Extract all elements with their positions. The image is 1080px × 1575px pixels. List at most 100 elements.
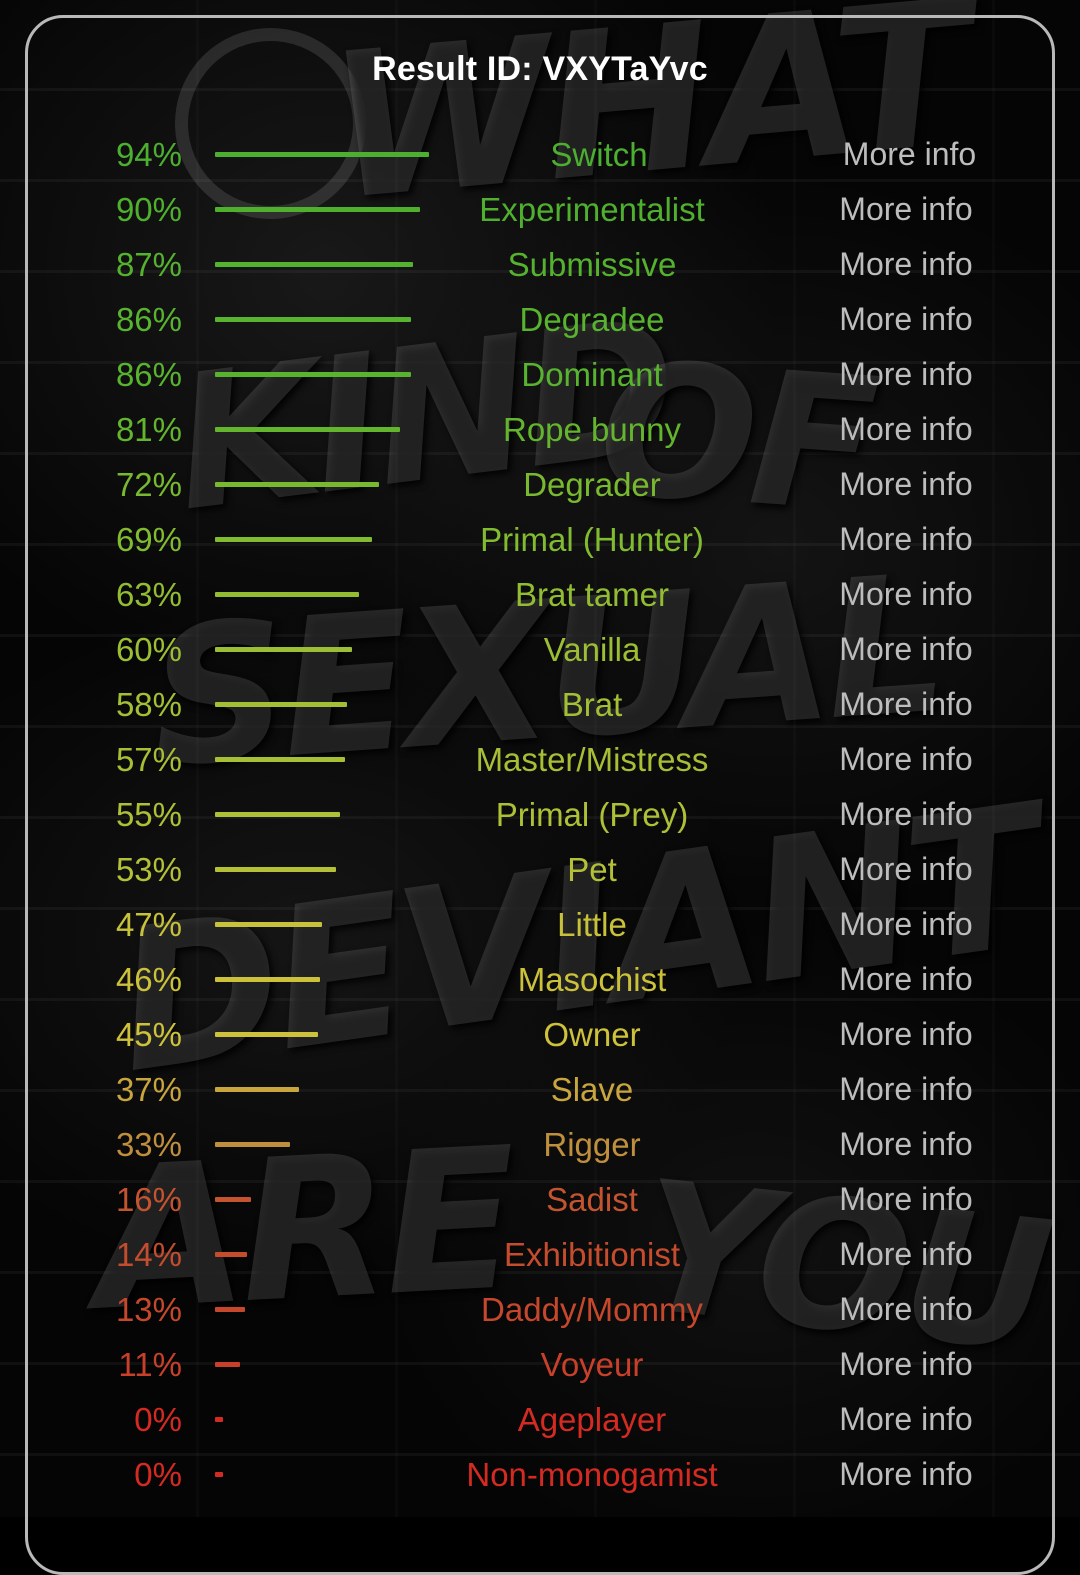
result-label: Sadist (546, 1180, 638, 1218)
result-percent: 86% (115, 300, 182, 338)
result-row: 86% Degradee More info (0, 292, 1080, 347)
result-percent: 94% (115, 135, 182, 173)
result-label: Owner (543, 1015, 641, 1053)
result-row: 13% Daddy/Mommy More info (0, 1282, 1080, 1337)
result-bar-fill (215, 702, 347, 707)
result-bar-fill (215, 1032, 318, 1037)
result-bar-track (182, 1307, 422, 1312)
result-bar-track (182, 647, 422, 652)
result-bar-fill (215, 1087, 299, 1092)
result-bar-fill (215, 812, 340, 817)
result-label: Pet (567, 850, 617, 888)
result-bar-track (182, 1472, 422, 1477)
more-info-link[interactable]: More info (762, 851, 1080, 888)
result-label: Degradee (519, 300, 665, 338)
result-bar-track (182, 1362, 422, 1367)
result-label: Little (557, 905, 627, 943)
result-bar-track (182, 757, 422, 762)
result-percent: 55% (115, 795, 182, 833)
result-bar-fill (215, 867, 336, 872)
result-row: 47% Little More info (0, 897, 1080, 952)
result-bar-track (182, 1252, 422, 1257)
result-bar-track (182, 262, 422, 267)
result-percent: 90% (115, 190, 182, 228)
result-bar-fill (215, 977, 320, 982)
more-info-link[interactable]: More info (762, 631, 1080, 668)
result-bar-fill (215, 427, 400, 432)
result-bar-fill (215, 1307, 245, 1312)
result-bar-track (182, 812, 422, 817)
more-info-link[interactable]: More info (762, 1071, 1080, 1108)
result-row: 58% Brat More info (0, 677, 1080, 732)
result-bar-track (182, 1032, 422, 1037)
result-bar-track (182, 1087, 422, 1092)
more-info-link[interactable]: More info (762, 521, 1080, 558)
result-percent: 13% (115, 1290, 182, 1328)
results-list: 94% Switch More info 90% Experimentalist More… (0, 127, 1080, 1502)
result-bar-fill (215, 152, 429, 157)
result-label: Primal (Hunter) (480, 520, 704, 558)
result-percent: 0% (134, 1400, 182, 1438)
result-bar-track (182, 537, 422, 542)
result-percent: 11% (118, 1345, 182, 1383)
result-bar-track (182, 427, 422, 432)
result-bar-fill (215, 1362, 240, 1367)
result-label: Daddy/Mommy (481, 1290, 703, 1328)
more-info-link[interactable]: More info (762, 686, 1080, 723)
result-row: 63% Brat tamer More info (0, 567, 1080, 622)
result-label: Ageplayer (517, 1400, 667, 1438)
result-row: 37% Slave More info (0, 1062, 1080, 1117)
result-bar-fill (215, 592, 359, 597)
more-info-link[interactable]: More info (762, 796, 1080, 833)
more-info-link[interactable]: More info (762, 741, 1080, 778)
result-bar-fill (215, 537, 372, 542)
more-info-link[interactable]: More info (762, 246, 1080, 283)
result-row: 81% Rope bunny More info (0, 402, 1080, 457)
more-info-link[interactable]: More info (762, 906, 1080, 943)
result-row: 45% Owner More info (0, 1007, 1080, 1062)
result-row: 14% Exhibitionist More info (0, 1227, 1080, 1282)
result-bar-track (182, 1197, 422, 1202)
more-info-link[interactable]: More info (762, 466, 1080, 503)
more-info-link[interactable]: More info (762, 1401, 1080, 1438)
more-info-link[interactable]: More info (762, 576, 1080, 613)
result-percent: 45% (115, 1015, 182, 1053)
result-row: 53% Pet More info (0, 842, 1080, 897)
result-label: Brat tamer (514, 575, 670, 613)
more-info-link[interactable]: More info (762, 356, 1080, 393)
more-info-link[interactable]: More info (762, 1126, 1080, 1163)
result-row: 90% Experimentalist More info (0, 182, 1080, 237)
result-row: 16% Sadist More info (0, 1172, 1080, 1227)
more-info-link[interactable]: More info (762, 1236, 1080, 1273)
more-info-link[interactable]: More info (762, 1346, 1080, 1383)
more-info-link[interactable]: More info (762, 191, 1080, 228)
more-info-link[interactable]: More info (762, 411, 1080, 448)
more-info-link[interactable]: More info (762, 1016, 1080, 1053)
result-row: 55% Primal (Prey) More info (0, 787, 1080, 842)
result-percent: 16% (115, 1180, 182, 1218)
more-info-link[interactable]: More info (762, 961, 1080, 998)
result-bar-fill (215, 317, 411, 322)
result-bar-fill (215, 372, 411, 377)
result-label: Submissive (507, 245, 677, 283)
result-percent: 37% (115, 1070, 182, 1108)
result-bar-track (182, 317, 422, 322)
more-info-link[interactable]: More info (762, 1291, 1080, 1328)
more-info-link[interactable]: More info (762, 1181, 1080, 1218)
result-percent: 58% (115, 685, 182, 723)
result-percent: 63% (115, 575, 182, 613)
result-bar-fill (215, 262, 413, 267)
result-percent: 14% (115, 1235, 182, 1273)
more-info-link[interactable]: More info (769, 136, 1080, 173)
result-percent: 46% (115, 960, 182, 998)
result-label: Non-monogamist (466, 1455, 718, 1493)
result-label: Voyeur (540, 1345, 644, 1383)
more-info-link[interactable]: More info (762, 1456, 1080, 1493)
result-row: 72% Degrader More info (0, 457, 1080, 512)
result-percent: 57% (115, 740, 182, 778)
result-row: 94% Switch More info (0, 127, 1080, 182)
result-row: 57% Master/Mistress More info (0, 732, 1080, 787)
result-bar-track (182, 977, 422, 982)
result-label: Brat (561, 685, 623, 723)
more-info-link[interactable]: More info (762, 301, 1080, 338)
